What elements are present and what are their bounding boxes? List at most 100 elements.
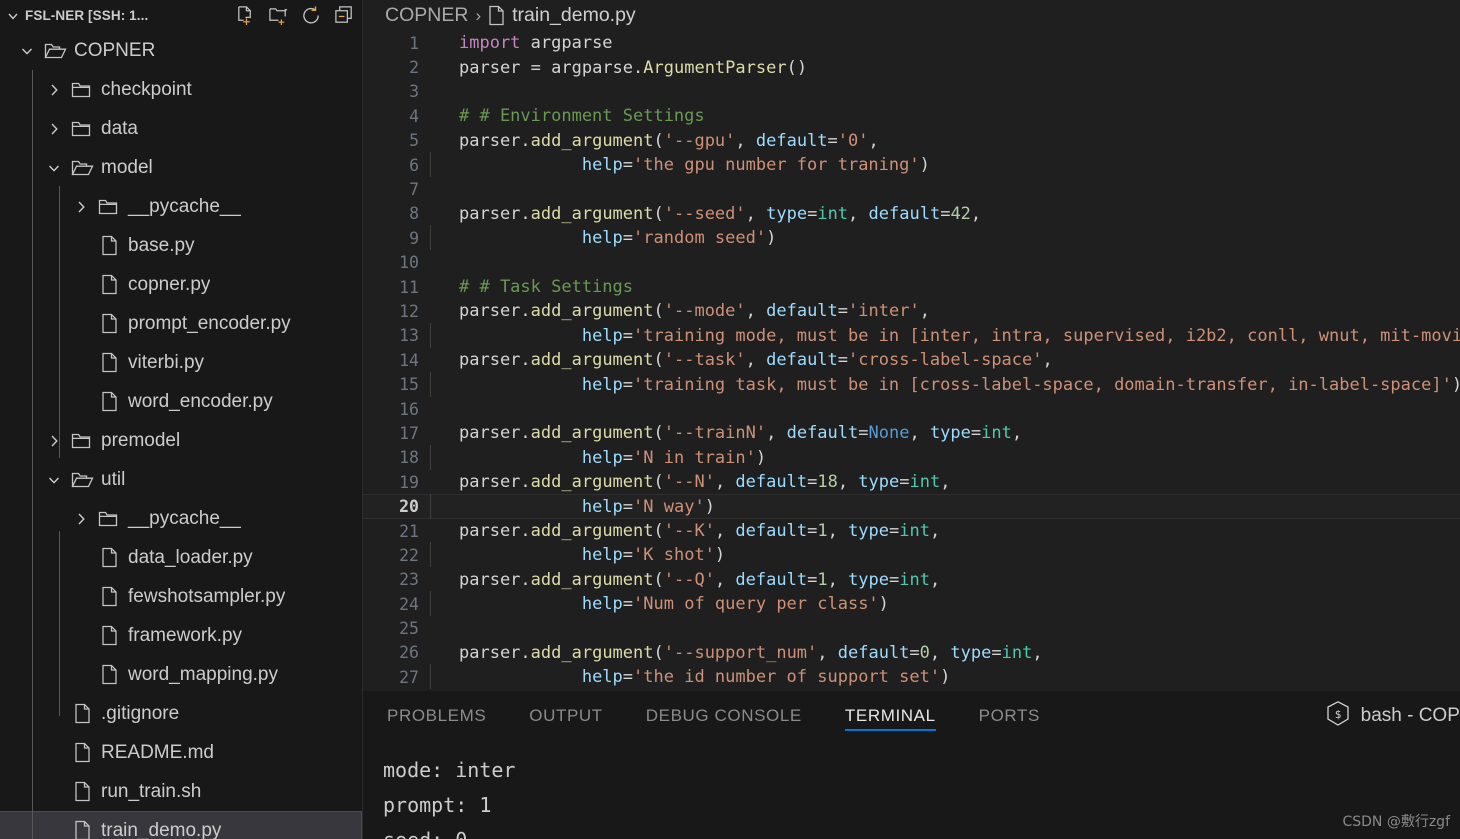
tree-item-readme-md[interactable]: README.md — [0, 733, 362, 772]
terminal-selector[interactable]: $ bash - COPNER — [1325, 691, 1460, 741]
code-token: ) — [766, 228, 777, 249]
tree-item-copner[interactable]: COPNER — [0, 31, 362, 70]
tree-item-run-train-sh[interactable]: run_train.sh — [0, 772, 362, 811]
code-line-5[interactable]: 5 parser.add_argument('--gpu', default='0… — [363, 129, 1460, 153]
panel-tab-terminal[interactable]: TERMINAL — [844, 691, 936, 741]
chevron-right-icon[interactable] — [41, 119, 67, 139]
chevron-right-icon[interactable] — [41, 80, 67, 100]
terminal-selector-label[interactable]: bash - COPNER — [1361, 705, 1460, 727]
code-token: , — [929, 569, 941, 590]
code-line-22[interactable]: 22 help='K shot') — [363, 542, 1460, 568]
code-token: '--N' — [663, 472, 715, 493]
code-line-11[interactable]: 11 # # Task Settings — [363, 275, 1460, 299]
code-line-20[interactable]: 20 help='N way') — [363, 493, 1460, 519]
new-folder-icon[interactable] — [266, 4, 290, 28]
code-line-4[interactable]: 4 # # Environment Settings — [363, 104, 1460, 128]
folder-open-icon — [40, 41, 70, 61]
code-line-9[interactable]: 9 help='random seed') — [363, 225, 1460, 251]
code-line-1[interactable]: 1 import argparse — [363, 31, 1460, 55]
terminal-line: prompt: 1 — [383, 793, 492, 817]
code-line-3[interactable]: 3 — [363, 80, 1460, 104]
code-token: parser — [459, 569, 521, 590]
code-line-13[interactable]: 13 help='training mode, must be in [inte… — [363, 322, 1460, 348]
code-text: help='random seed') — [419, 225, 777, 251]
tree-item-word-mapping-py[interactable]: word_mapping.py — [0, 655, 362, 694]
code-indent-guide — [430, 152, 431, 178]
breadcrumb-file[interactable]: train_demo.py — [512, 4, 636, 27]
code-line-25[interactable]: 25 — [363, 616, 1460, 640]
file-tree[interactable]: COPNER checkpoint data model __pycache__ base… — [0, 31, 362, 839]
chevron-right-icon[interactable] — [68, 509, 94, 529]
code-text: parser.add_argument('--K', default=1, ty… — [419, 521, 940, 541]
code-token: = — [622, 228, 634, 249]
code-token: 'Num of query per class' — [633, 594, 879, 615]
code-token: ) — [940, 667, 951, 688]
terminal-output[interactable]: mode: inter prompt: 1 seed: 0 — [363, 741, 1460, 839]
code-line-16[interactable]: 16 — [363, 397, 1460, 421]
chevron-down-icon[interactable] — [4, 7, 21, 24]
tree-item-premodel[interactable]: premodel — [0, 421, 362, 460]
file-icon — [94, 391, 124, 412]
tree-item-util[interactable]: util — [0, 460, 362, 499]
tree-item-data-loader-py[interactable]: data_loader.py — [0, 538, 362, 577]
code-token: import — [459, 33, 521, 54]
code-line-27[interactable]: 27 help='the id number of support set') — [363, 664, 1460, 690]
tree-item-data[interactable]: data — [0, 109, 362, 148]
code-token: = — [622, 667, 634, 688]
tree-item-prompt-encoder-py[interactable]: prompt_encoder.py — [0, 304, 362, 343]
code-line-24[interactable]: 24 help='Num of query per class') — [363, 591, 1460, 617]
collapse-all-icon[interactable] — [332, 4, 356, 28]
code-line-18[interactable]: 18 help='N in train') — [363, 444, 1460, 470]
code-line-8[interactable]: 8 parser.add_argument('--seed', type=int,… — [363, 202, 1460, 226]
tree-item-framework-py[interactable]: framework.py — [0, 616, 362, 655]
code-line-14[interactable]: 14 parser.add_argument('--task', default=… — [363, 348, 1460, 372]
panel-tab-output[interactable]: OUTPUT — [529, 691, 602, 741]
chevron-down-icon[interactable] — [41, 470, 67, 490]
code-line-6[interactable]: 6 help='the gpu number for traning') — [363, 152, 1460, 178]
code-line-26[interactable]: 26 parser.add_argument('--support_num', d… — [363, 641, 1460, 665]
panel-tab-debug-console[interactable]: DEBUG CONSOLE — [646, 691, 802, 741]
tree-item-train-demo-py[interactable]: train_demo.py — [0, 811, 362, 839]
tree-item-viterbi-py[interactable]: viterbi.py — [0, 343, 362, 382]
line-number: 10 — [399, 253, 419, 273]
chevron-down-icon[interactable] — [14, 41, 40, 61]
tree-item-model[interactable]: model — [0, 148, 362, 187]
panel-tab-problems[interactable]: PROBLEMS — [387, 691, 486, 741]
code-line-23[interactable]: 23 parser.add_argument('--Q', default=1, … — [363, 568, 1460, 592]
code-line-7[interactable]: 7 — [363, 177, 1460, 201]
breadcrumb-root[interactable]: COPNER — [385, 4, 468, 27]
tree-item-label: base.py — [128, 234, 195, 256]
breadcrumb[interactable]: COPNER › train_demo.py — [363, 0, 1460, 31]
tree-item--pycache-[interactable]: __pycache__ — [0, 187, 362, 226]
tree-item-base-py[interactable]: base.py — [0, 226, 362, 265]
panel-tabbar[interactable]: PROBLEMS OUTPUT DEBUG CONSOLE TERMINAL PORTS… — [363, 691, 1460, 741]
code-token: parser — [459, 642, 521, 663]
new-file-icon[interactable] — [233, 4, 257, 28]
code-line-21[interactable]: 21 parser.add_argument('--K', default=1, … — [363, 519, 1460, 543]
code-token: default — [766, 301, 838, 322]
line-number: 23 — [399, 570, 419, 590]
code-line-2[interactable]: 2 parser = argparse.ArgumentParser() — [363, 55, 1460, 79]
code-line-17[interactable]: 17 parser.add_argument('--trainN', defaul… — [363, 421, 1460, 445]
explorer-sidebar: FSL-NER [SSH: 1... COPNER checkpoint dat… — [0, 0, 363, 839]
tree-item-word-encoder-py[interactable]: word_encoder.py — [0, 382, 362, 421]
chevron-right-icon[interactable] — [41, 431, 67, 451]
code-token: ( — [653, 203, 664, 224]
refresh-icon[interactable] — [299, 4, 323, 28]
tree-item--pycache-[interactable]: __pycache__ — [0, 499, 362, 538]
panel-tab-ports[interactable]: PORTS — [979, 691, 1040, 741]
code-line-19[interactable]: 19 parser.add_argument('--N', default=18,… — [363, 470, 1460, 494]
code-line-10[interactable]: 10 — [363, 251, 1460, 275]
code-line-12[interactable]: 12 parser.add_argument('--mode', default=… — [363, 299, 1460, 323]
chevron-down-icon[interactable] — [41, 158, 67, 178]
tree-item--gitignore[interactable]: .gitignore — [0, 694, 362, 733]
code-token: ( — [653, 423, 664, 444]
chevron-right-icon[interactable] — [68, 197, 94, 217]
code-text: parser.add_argument('--trainN', default=… — [419, 423, 1022, 443]
code-editor[interactable]: 1 import argparse 2 parser = argparse.Argum… — [363, 31, 1460, 691]
code-token: argparse — [551, 57, 634, 78]
tree-item-checkpoint[interactable]: checkpoint — [0, 70, 362, 109]
tree-item-fewshotsampler-py[interactable]: fewshotsampler.py — [0, 577, 362, 616]
tree-item-copner-py[interactable]: copner.py — [0, 265, 362, 304]
code-line-15[interactable]: 15 help='training task, must be in [cros… — [363, 371, 1460, 397]
